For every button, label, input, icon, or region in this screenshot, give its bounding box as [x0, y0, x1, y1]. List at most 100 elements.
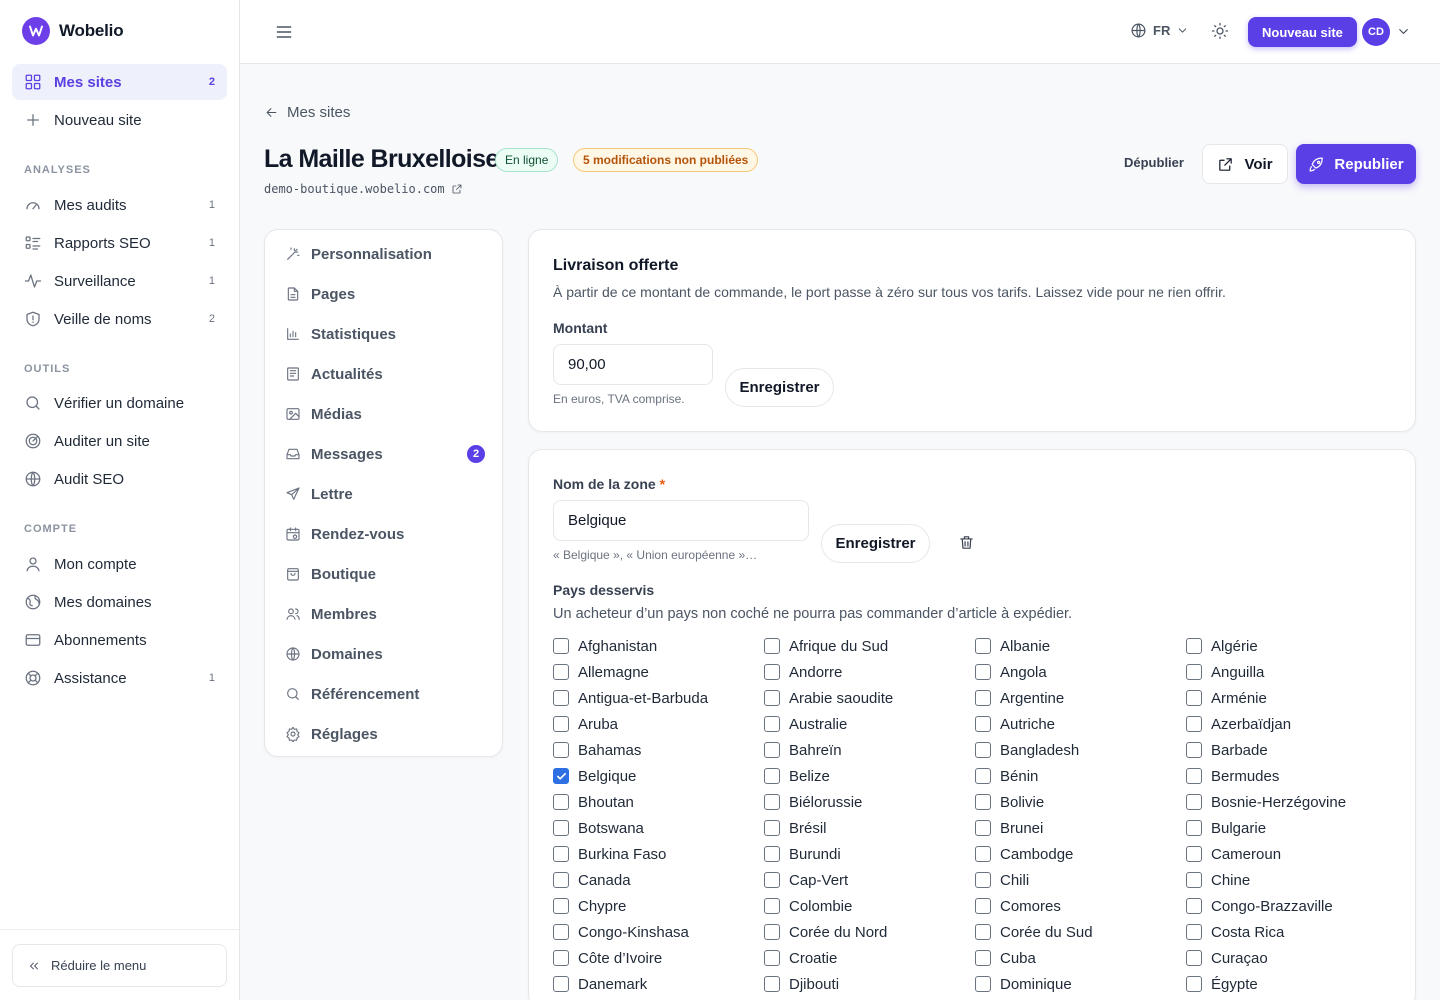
checkbox[interactable] — [975, 690, 991, 706]
checkbox[interactable] — [764, 898, 780, 914]
sidebar-item-rapports-seo[interactable]: Rapports SEO 1 — [12, 225, 227, 261]
country-checkbox-item[interactable]: Algérie — [1186, 633, 1397, 659]
country-checkbox-item[interactable]: Chypre — [553, 893, 764, 919]
checkbox[interactable] — [553, 976, 569, 992]
checkbox[interactable] — [975, 664, 991, 680]
checkbox[interactable] — [975, 898, 991, 914]
checkbox[interactable] — [975, 768, 991, 784]
checkbox[interactable] — [764, 768, 780, 784]
new-site-button[interactable]: Nouveau site — [1248, 17, 1357, 47]
country-checkbox-item[interactable]: Brésil — [764, 815, 975, 841]
checkbox[interactable] — [1186, 820, 1202, 836]
country-checkbox-item[interactable]: Afrique du Sud — [764, 633, 975, 659]
checkbox[interactable] — [553, 690, 569, 706]
language-selector[interactable]: FR — [1130, 22, 1189, 39]
checkbox[interactable] — [1186, 716, 1202, 732]
country-checkbox-item[interactable]: Danemark — [553, 971, 764, 997]
checkbox[interactable] — [764, 638, 780, 654]
menu-item-reglages[interactable]: Réglages — [285, 720, 485, 748]
amount-input[interactable] — [553, 344, 713, 385]
checkbox[interactable] — [975, 950, 991, 966]
save-amount-button[interactable]: Enregistrer — [725, 368, 834, 407]
sidebar-item-audit-seo[interactable]: Audit SEO — [12, 461, 227, 497]
country-checkbox-item[interactable]: Andorre — [764, 659, 975, 685]
country-checkbox-item[interactable]: Azerbaïdjan — [1186, 711, 1397, 737]
checkbox[interactable] — [553, 872, 569, 888]
country-checkbox-item[interactable]: Bahreïn — [764, 737, 975, 763]
menu-item-statistiques[interactable]: Statistiques — [285, 320, 485, 348]
checkbox[interactable] — [1186, 794, 1202, 810]
menu-item-actualites[interactable]: Actualités — [285, 360, 485, 388]
country-checkbox-item[interactable]: Bolivie — [975, 789, 1186, 815]
checkbox[interactable] — [975, 742, 991, 758]
republish-button[interactable]: Republier — [1296, 144, 1416, 184]
country-checkbox-item[interactable]: Brunei — [975, 815, 1186, 841]
country-checkbox-item[interactable]: Congo-Brazzaville — [1186, 893, 1397, 919]
menu-item-membres[interactable]: Membres — [285, 600, 485, 628]
checkbox[interactable] — [553, 950, 569, 966]
country-checkbox-item[interactable]: Cameroun — [1186, 841, 1397, 867]
menu-item-personnalisation[interactable]: Personnalisation — [285, 240, 485, 268]
country-checkbox-item[interactable]: Bangladesh — [975, 737, 1186, 763]
checkbox[interactable] — [553, 924, 569, 940]
sidebar-item-nouveau-site[interactable]: Nouveau site — [12, 102, 227, 138]
checkbox[interactable] — [975, 976, 991, 992]
country-checkbox-item[interactable]: Arménie — [1186, 685, 1397, 711]
country-checkbox-item[interactable]: Burkina Faso — [553, 841, 764, 867]
country-checkbox-item[interactable]: Cuba — [975, 945, 1186, 971]
country-checkbox-item[interactable]: Curaçao — [1186, 945, 1397, 971]
country-checkbox-item[interactable]: Anguilla — [1186, 659, 1397, 685]
checkbox[interactable] — [975, 794, 991, 810]
menu-item-medias[interactable]: Médias — [285, 400, 485, 428]
country-checkbox-item[interactable]: Aruba — [553, 711, 764, 737]
menu-item-domaines[interactable]: Domaines — [285, 640, 485, 668]
country-checkbox-item[interactable]: Côte d’Ivoire — [553, 945, 764, 971]
country-checkbox-item[interactable]: Cap-Vert — [764, 867, 975, 893]
checkbox[interactable] — [553, 716, 569, 732]
checkbox[interactable] — [975, 924, 991, 940]
save-zone-button[interactable]: Enregistrer — [821, 524, 930, 563]
country-checkbox-item[interactable]: Afghanistan — [553, 633, 764, 659]
checkbox[interactable] — [1186, 742, 1202, 758]
theme-toggle-button[interactable] — [1211, 22, 1229, 40]
country-checkbox-item[interactable]: Chine — [1186, 867, 1397, 893]
brand[interactable]: Wobelio — [22, 17, 124, 45]
country-checkbox-item[interactable]: Corée du Nord — [764, 919, 975, 945]
checkbox[interactable] — [975, 872, 991, 888]
country-checkbox-item[interactable]: Botswana — [553, 815, 764, 841]
sidebar-item-mes-sites[interactable]: Mes sites 2 — [12, 64, 227, 100]
back-link[interactable]: Mes sites — [264, 104, 350, 121]
country-checkbox-item[interactable]: Bulgarie — [1186, 815, 1397, 841]
country-checkbox-item[interactable]: Argentine — [975, 685, 1186, 711]
sidebar-item-veille-de-noms[interactable]: Veille de noms 2 — [12, 301, 227, 337]
country-checkbox-item[interactable]: Costa Rica — [1186, 919, 1397, 945]
checkbox[interactable] — [1186, 664, 1202, 680]
country-checkbox-item[interactable]: Chili — [975, 867, 1186, 893]
checkbox[interactable] — [975, 638, 991, 654]
country-checkbox-item[interactable]: Biélorussie — [764, 789, 975, 815]
checkbox[interactable] — [975, 846, 991, 862]
checkbox[interactable] — [1186, 898, 1202, 914]
checkbox[interactable] — [1186, 690, 1202, 706]
country-checkbox-item[interactable]: Arabie saoudite — [764, 685, 975, 711]
country-checkbox-item[interactable]: Autriche — [975, 711, 1186, 737]
country-checkbox-item[interactable]: Corée du Sud — [975, 919, 1186, 945]
menu-item-boutique[interactable]: Boutique — [285, 560, 485, 588]
checkbox[interactable] — [553, 794, 569, 810]
country-checkbox-item[interactable]: Bhoutan — [553, 789, 764, 815]
checkbox[interactable] — [764, 820, 780, 836]
checkbox[interactable] — [764, 924, 780, 940]
country-checkbox-item[interactable]: Angola — [975, 659, 1186, 685]
checkbox[interactable] — [764, 742, 780, 758]
view-site-button[interactable]: Voir — [1202, 144, 1288, 184]
country-checkbox-item[interactable]: Croatie — [764, 945, 975, 971]
country-checkbox-item[interactable]: Australie — [764, 711, 975, 737]
country-checkbox-item[interactable]: Antigua-et-Barbuda — [553, 685, 764, 711]
menu-item-lettre[interactable]: Lettre — [285, 480, 485, 508]
sidebar-item-auditer-site[interactable]: Auditer un site — [12, 423, 227, 459]
checkbox[interactable] — [1186, 924, 1202, 940]
country-checkbox-item[interactable]: Bosnie-Herzégovine — [1186, 789, 1397, 815]
avatar[interactable]: CD — [1362, 18, 1390, 46]
sidebar-item-abonnements[interactable]: Abonnements — [12, 622, 227, 658]
collapse-menu-button[interactable]: Réduire le menu — [12, 944, 227, 987]
